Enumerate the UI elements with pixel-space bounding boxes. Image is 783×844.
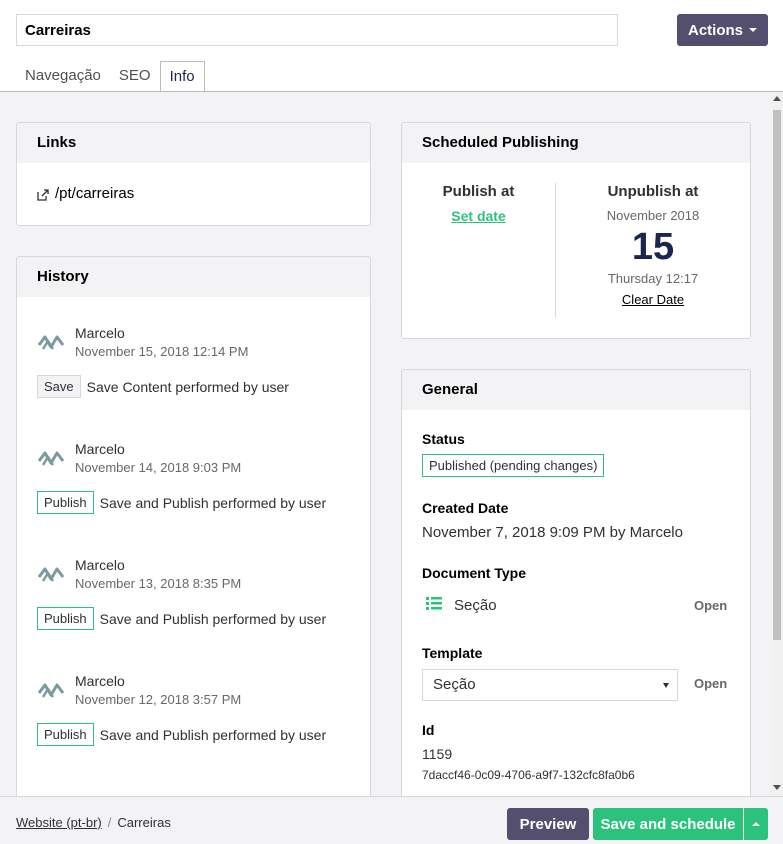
template-selected-value: Seção bbox=[433, 676, 476, 693]
history-action-text: Save and Publish performed by user bbox=[99, 726, 327, 743]
editor-footer: Website (pt-br) / Carreiras Preview Save… bbox=[0, 796, 783, 844]
status-label: Status bbox=[422, 431, 465, 447]
history-action-text: Save and Publish performed by user bbox=[99, 610, 327, 627]
user-avatar-icon bbox=[37, 679, 67, 703]
unpublish-at-label: Unpublish at bbox=[607, 183, 699, 200]
tab-navegacao[interactable]: Navegação bbox=[16, 61, 110, 92]
scrollbar-thumb[interactable] bbox=[773, 110, 781, 640]
list-icon bbox=[426, 596, 442, 614]
history-title: History bbox=[17, 257, 370, 297]
scroll-down-icon[interactable] bbox=[773, 785, 781, 790]
template-open-link[interactable]: Open bbox=[694, 676, 727, 691]
unpublish-at-column: Unpublish at November 2018 15 Thursday 1… bbox=[555, 183, 750, 307]
history-user: Marcelo bbox=[75, 557, 125, 573]
history-badge-publish: Publish bbox=[37, 723, 94, 746]
unpublish-month: November 2018 bbox=[606, 208, 700, 223]
general-box: General Status Published (pending change… bbox=[401, 369, 751, 796]
scheduled-title: Scheduled Publishing bbox=[402, 123, 750, 163]
actions-label: Actions bbox=[687, 21, 743, 39]
chevron-down-icon bbox=[663, 683, 669, 688]
history-badge-publish: Publish bbox=[37, 491, 94, 514]
actions-button[interactable]: Actions bbox=[677, 14, 768, 46]
tab-info[interactable]: Info bbox=[159, 61, 205, 92]
publish-at-column: Publish at Set date bbox=[402, 183, 555, 224]
editor-header: Actions Navegação SEO Info bbox=[0, 0, 783, 92]
unpublish-time: Thursday 12:17 bbox=[607, 271, 699, 286]
document-type-open-link[interactable]: Open bbox=[694, 598, 727, 613]
id-label: Id bbox=[422, 722, 435, 738]
tab-seo[interactable]: SEO bbox=[110, 61, 160, 92]
history-action: Publish Save and Publish performed by us… bbox=[37, 607, 326, 630]
link-url: /pt/carreiras bbox=[55, 185, 135, 202]
document-type-label: Document Type bbox=[422, 565, 526, 581]
history-user: Marcelo bbox=[75, 325, 125, 341]
id-value: 1159 bbox=[422, 746, 453, 762]
history-badge-save: Save bbox=[37, 375, 81, 398]
history-date: November 14, 2018 9:03 PM bbox=[75, 460, 242, 475]
links-title: Links bbox=[17, 123, 370, 163]
general-title: General bbox=[402, 370, 750, 410]
history-date: November 12, 2018 3:57 PM bbox=[75, 692, 242, 707]
guid-value: 7daccf46-0c09-4706-a9f7-132cfc8fa0b6 bbox=[422, 768, 635, 782]
scheduled-publishing-box: Scheduled Publishing Publish at Set date… bbox=[401, 122, 751, 339]
history-user: Marcelo bbox=[75, 441, 125, 457]
editor-tabs: Navegação SEO Info bbox=[16, 61, 205, 92]
user-avatar-icon bbox=[37, 331, 67, 355]
history-action: Save Save Content performed by user bbox=[37, 375, 289, 398]
scroll-up-icon[interactable] bbox=[773, 96, 781, 101]
user-avatar-icon bbox=[37, 447, 67, 471]
set-date-link[interactable]: Set date bbox=[451, 208, 505, 224]
history-date: November 13, 2018 8:35 PM bbox=[75, 576, 242, 591]
breadcrumb: Website (pt-br) / Carreiras bbox=[16, 815, 171, 830]
external-link-icon bbox=[37, 188, 49, 201]
unpublish-day: 15 bbox=[631, 226, 675, 268]
user-avatar-icon bbox=[37, 563, 67, 587]
caret-up-icon bbox=[752, 822, 760, 826]
save-options-button[interactable] bbox=[744, 808, 768, 840]
preview-button[interactable]: Preview bbox=[507, 808, 589, 840]
clear-date-link[interactable]: Clear Date bbox=[622, 292, 684, 307]
history-action: Publish Save and Publish performed by us… bbox=[37, 723, 326, 746]
breadcrumb-separator: / bbox=[107, 815, 112, 830]
history-badge-publish: Publish bbox=[37, 607, 94, 630]
breadcrumb-item-website[interactable]: Website (pt-br) bbox=[16, 815, 102, 830]
history-action-text: Save and Publish performed by user bbox=[99, 494, 327, 511]
created-date-value: November 7, 2018 9:09 PM by Marcelo bbox=[422, 524, 683, 541]
template-select[interactable]: Seção bbox=[422, 669, 678, 701]
template-label: Template bbox=[422, 645, 483, 661]
save-and-schedule-button[interactable]: Save and schedule bbox=[593, 808, 743, 840]
history-date: November 15, 2018 12:14 PM bbox=[75, 344, 249, 359]
link-item[interactable]: /pt/carreiras bbox=[37, 185, 134, 202]
breadcrumb-item-current: Carreiras bbox=[117, 815, 171, 830]
history-box: History Marcelo November 15, 2018 12:14 … bbox=[16, 256, 371, 796]
vertical-scrollbar[interactable] bbox=[771, 92, 783, 796]
history-action: Publish Save and Publish performed by us… bbox=[37, 491, 326, 514]
caret-down-icon bbox=[749, 28, 757, 32]
history-user: Marcelo bbox=[75, 673, 125, 689]
info-panel: Links /pt/carreiras History Marcelo Nove… bbox=[0, 92, 771, 796]
publish-at-label: Publish at bbox=[442, 183, 515, 200]
history-action-text: Save Content performed by user bbox=[86, 378, 289, 395]
status-badge: Published (pending changes) bbox=[422, 454, 605, 477]
created-date-label: Created Date bbox=[422, 500, 509, 516]
document-type-row: Seção bbox=[426, 596, 497, 614]
node-name-input[interactable] bbox=[16, 14, 618, 46]
document-type-value: Seção bbox=[454, 596, 497, 614]
links-box: Links /pt/carreiras bbox=[16, 122, 371, 226]
